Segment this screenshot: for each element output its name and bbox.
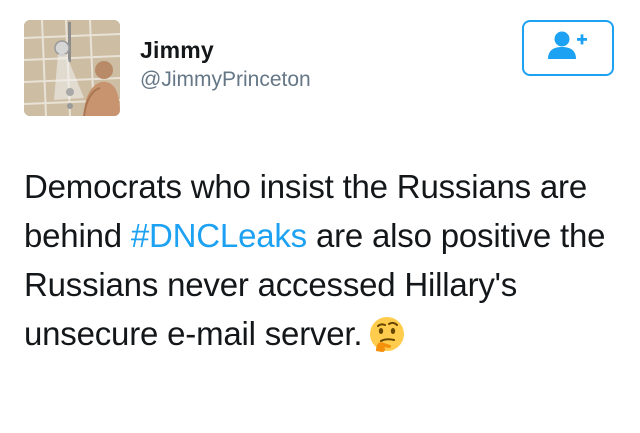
avatar-photo	[24, 20, 120, 116]
avatar[interactable]	[24, 20, 120, 116]
author-block: Jimmy @JimmyPrinceton	[140, 36, 311, 94]
author-name[interactable]: Jimmy	[140, 36, 311, 64]
tweet-text: Democrats who insist the Russians are be…	[24, 162, 624, 366]
author-handle[interactable]: @JimmyPrinceton	[140, 66, 311, 94]
thinking-face-emoji-icon	[368, 315, 406, 366]
hashtag-link[interactable]: #DNCLeaks	[131, 217, 307, 254]
follow-user-plus-icon	[546, 30, 590, 67]
follow-button[interactable]	[522, 20, 614, 76]
tweet-card: Jimmy @JimmyPrinceton Democrats who insi…	[0, 0, 640, 433]
